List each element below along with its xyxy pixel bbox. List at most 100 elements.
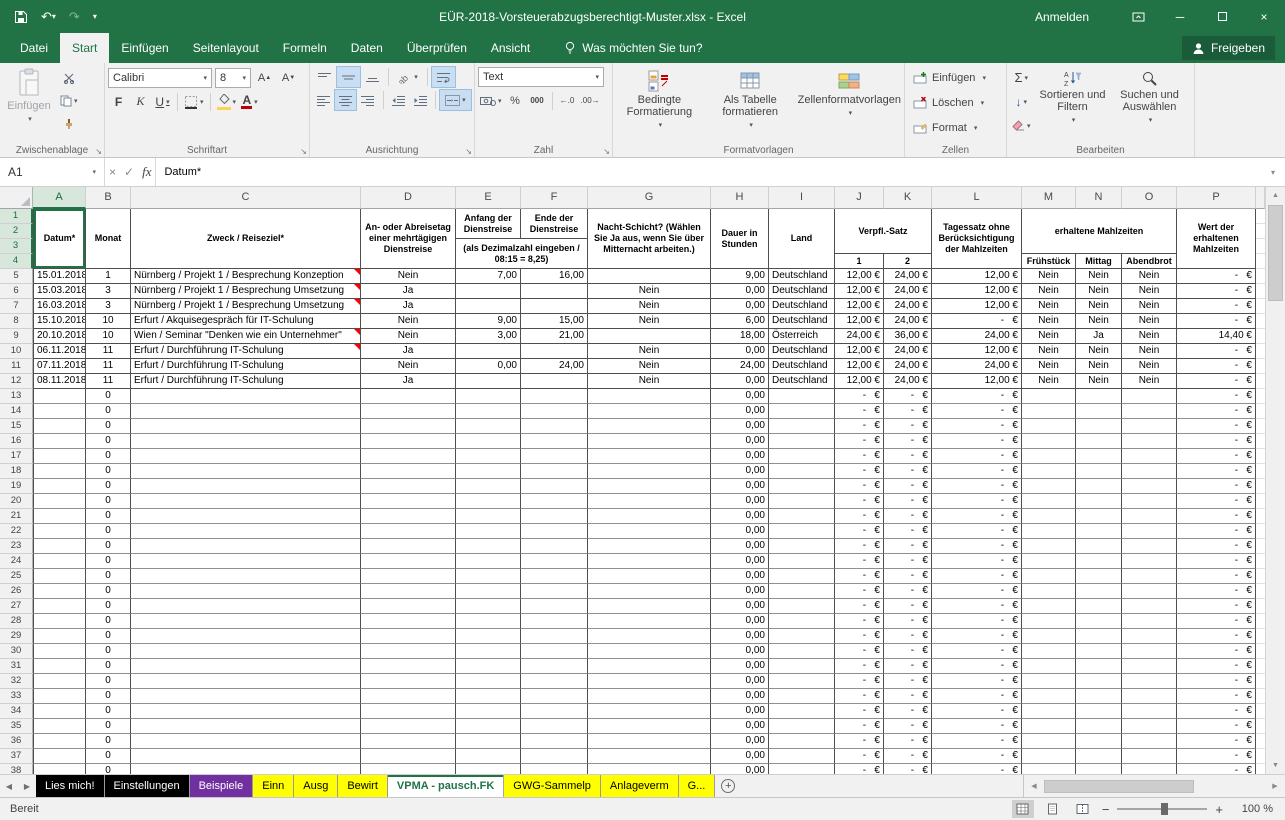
- cell-E32[interactable]: [456, 674, 521, 689]
- cell-C24[interactable]: [131, 554, 361, 569]
- cell-N34[interactable]: [1076, 704, 1122, 719]
- cell-L25[interactable]: - €: [932, 569, 1022, 584]
- ribbon-tab-formulas[interactable]: Formeln: [271, 33, 339, 63]
- cell-N5[interactable]: Nein: [1076, 269, 1122, 284]
- cell-F24[interactable]: [521, 554, 588, 569]
- cell-L33[interactable]: - €: [932, 689, 1022, 704]
- cell-N25[interactable]: [1076, 569, 1122, 584]
- cell-A11[interactable]: 07.11.2018: [33, 359, 86, 374]
- cell-K31[interactable]: - €: [884, 659, 932, 674]
- cell-M9[interactable]: Nein: [1022, 329, 1076, 344]
- cell-N19[interactable]: [1076, 479, 1122, 494]
- new-sheet-button[interactable]: +: [715, 775, 741, 797]
- cell-M10[interactable]: Nein: [1022, 344, 1076, 359]
- cell-partial-19[interactable]: [1256, 479, 1265, 494]
- cell-J18[interactable]: - €: [835, 464, 884, 479]
- cell-N23[interactable]: [1076, 539, 1122, 554]
- align-top-button[interactable]: [313, 67, 336, 87]
- cell-P22[interactable]: - €: [1177, 524, 1256, 539]
- cell-F38[interactable]: [521, 764, 588, 774]
- cell-L15[interactable]: - €: [932, 419, 1022, 434]
- cell-F15[interactable]: [521, 419, 588, 434]
- cell-J15[interactable]: - €: [835, 419, 884, 434]
- cell-M37[interactable]: [1022, 749, 1076, 764]
- cell-G7[interactable]: Nein: [588, 299, 711, 314]
- row-header-17[interactable]: 17: [0, 449, 33, 464]
- cell-E6[interactable]: [456, 284, 521, 299]
- decrease-decimal-button[interactable]: .00→: [579, 90, 602, 111]
- cell-D8[interactable]: Nein: [361, 314, 456, 329]
- cell-C17[interactable]: [131, 449, 361, 464]
- cell-J35[interactable]: - €: [835, 719, 884, 734]
- sheet-tab-anlageverm[interactable]: Anlageverm: [601, 775, 679, 797]
- cell-O22[interactable]: [1122, 524, 1177, 539]
- cell-J7[interactable]: 12,00 €: [835, 299, 884, 314]
- cell-J20[interactable]: - €: [835, 494, 884, 509]
- cell-B7[interactable]: 3: [86, 299, 131, 314]
- font-dialog-launcher[interactable]: ↘: [300, 148, 307, 156]
- cell-H7[interactable]: 0,00: [711, 299, 769, 314]
- cell-O31[interactable]: [1122, 659, 1177, 674]
- cell-B22[interactable]: 0: [86, 524, 131, 539]
- cell-K26[interactable]: - €: [884, 584, 932, 599]
- cell-partial-13[interactable]: [1256, 389, 1265, 404]
- cell-partial-26[interactable]: [1256, 584, 1265, 599]
- cell-C7[interactable]: Nürnberg / Projekt 1 / Besprechung Umset…: [131, 299, 361, 314]
- cell-L22[interactable]: - €: [932, 524, 1022, 539]
- cell-G17[interactable]: [588, 449, 711, 464]
- number-dialog-launcher[interactable]: ↘: [603, 148, 610, 156]
- cell-K14[interactable]: - €: [884, 404, 932, 419]
- cell-I18[interactable]: [769, 464, 835, 479]
- cell-C23[interactable]: [131, 539, 361, 554]
- cell-C20[interactable]: [131, 494, 361, 509]
- normal-view-button[interactable]: [1012, 800, 1034, 818]
- cell-L14[interactable]: - €: [932, 404, 1022, 419]
- cell-E25[interactable]: [456, 569, 521, 584]
- cell-I34[interactable]: [769, 704, 835, 719]
- row-header-35[interactable]: 35: [0, 719, 33, 734]
- cell-P17[interactable]: - €: [1177, 449, 1256, 464]
- cell-C16[interactable]: [131, 434, 361, 449]
- cell-K19[interactable]: - €: [884, 479, 932, 494]
- cell-partial-38[interactable]: [1256, 764, 1265, 774]
- cell-N30[interactable]: [1076, 644, 1122, 659]
- column-header-A[interactable]: A: [33, 187, 86, 209]
- cell-I13[interactable]: [769, 389, 835, 404]
- cell-A9[interactable]: 20.10.2018: [33, 329, 86, 344]
- cell-C33[interactable]: [131, 689, 361, 704]
- cell-C11[interactable]: Erfurt / Durchführung IT-Schulung: [131, 359, 361, 374]
- cell-E8[interactable]: 9,00: [456, 314, 521, 329]
- cell-H38[interactable]: 0,00: [711, 764, 769, 774]
- cell-I25[interactable]: [769, 569, 835, 584]
- cell-D10[interactable]: Ja: [361, 344, 456, 359]
- zoom-out-button[interactable]: −: [1102, 802, 1110, 817]
- row-header-21[interactable]: 21: [0, 509, 33, 524]
- column-header-L[interactable]: L: [932, 187, 1022, 209]
- cell-G31[interactable]: [588, 659, 711, 674]
- cell-H32[interactable]: 0,00: [711, 674, 769, 689]
- cell-N18[interactable]: [1076, 464, 1122, 479]
- cell-H31[interactable]: 0,00: [711, 659, 769, 674]
- cell-J36[interactable]: - €: [835, 734, 884, 749]
- cell-O28[interactable]: [1122, 614, 1177, 629]
- cell-C21[interactable]: [131, 509, 361, 524]
- sheet-tab-bewirt[interactable]: Bewirt: [338, 775, 388, 797]
- row-header-10[interactable]: 10: [0, 344, 33, 359]
- cell-L16[interactable]: - €: [932, 434, 1022, 449]
- sheet-tab-beispiele[interactable]: Beispiele: [190, 775, 254, 797]
- cell-B14[interactable]: 0: [86, 404, 131, 419]
- cell-A17[interactable]: [33, 449, 86, 464]
- cell-H18[interactable]: 0,00: [711, 464, 769, 479]
- header-cell-K4[interactable]: 2: [884, 254, 932, 269]
- cell-G8[interactable]: Nein: [588, 314, 711, 329]
- header-cell-M1[interactable]: erhaltene Mahlzeiten: [1022, 209, 1177, 254]
- cell-P34[interactable]: - €: [1177, 704, 1256, 719]
- cell-N22[interactable]: [1076, 524, 1122, 539]
- cell-E22[interactable]: [456, 524, 521, 539]
- cell-J14[interactable]: - €: [835, 404, 884, 419]
- header-cell-B1[interactable]: Monat: [86, 209, 131, 269]
- cell-B12[interactable]: 11: [86, 374, 131, 389]
- cell-A37[interactable]: [33, 749, 86, 764]
- cell-F25[interactable]: [521, 569, 588, 584]
- cell-I12[interactable]: Deutschland: [769, 374, 835, 389]
